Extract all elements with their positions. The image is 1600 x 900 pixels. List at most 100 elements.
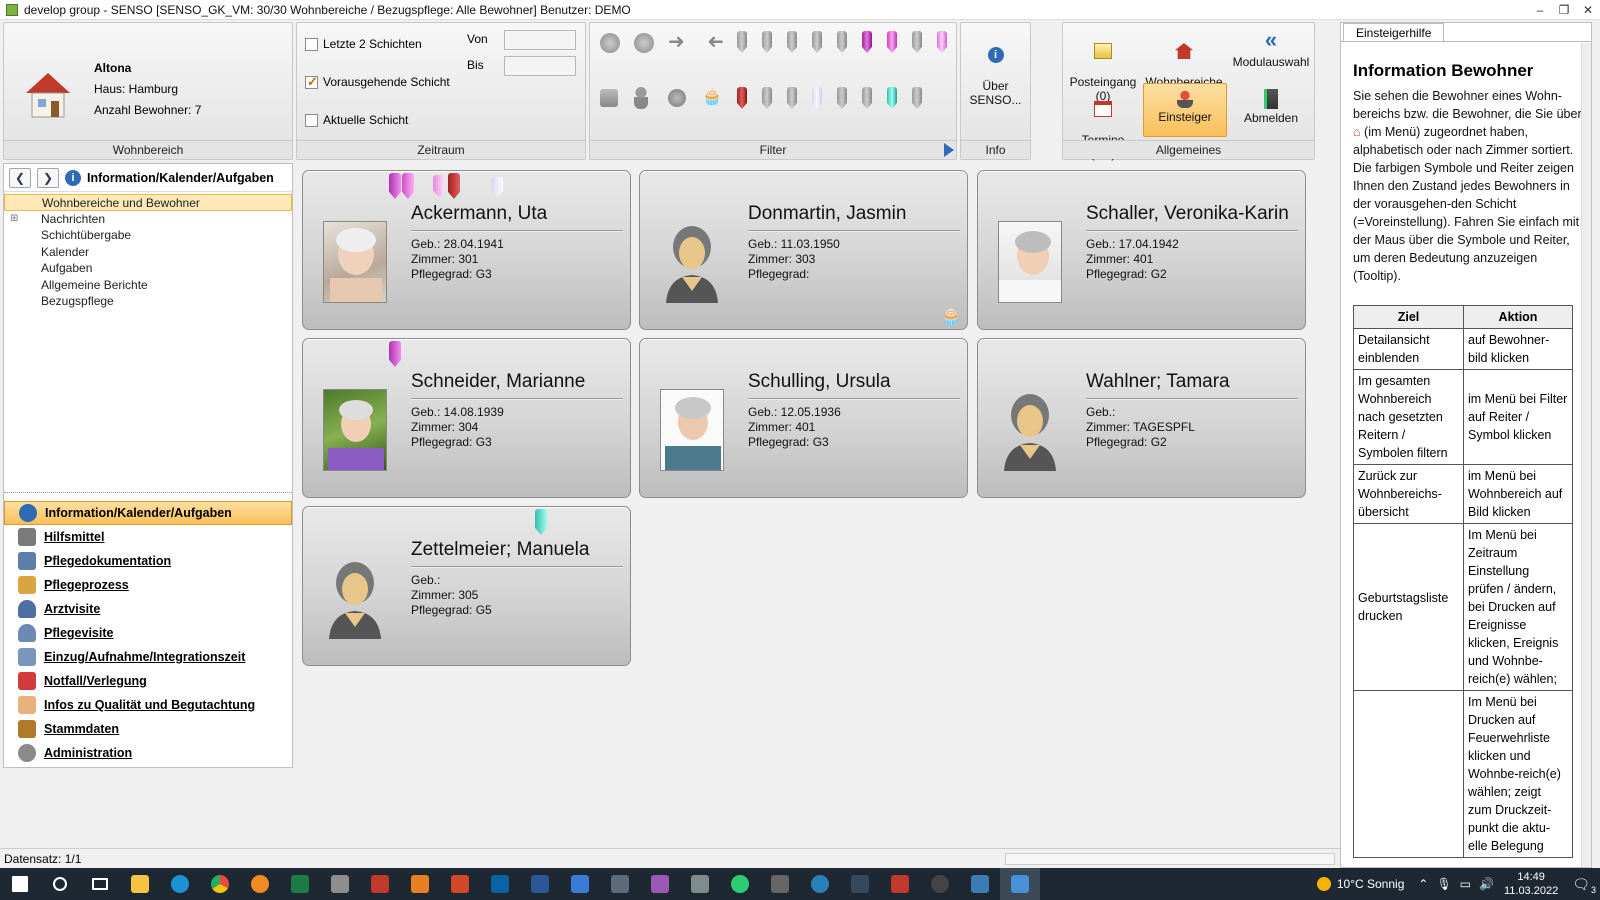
tab-purple-icon[interactable]: [389, 173, 401, 199]
filter-tab-grey-icon[interactable]: [812, 31, 822, 53]
filter-tab-grey-icon[interactable]: [762, 87, 772, 109]
filter-tab-grey-icon[interactable]: [837, 87, 847, 109]
modulauswahl-button[interactable]: « Modulauswahl: [1229, 29, 1313, 70]
module-pflegedokumentation[interactable]: Pflegedokumentation: [4, 549, 292, 573]
einsteiger-button[interactable]: Einsteiger: [1143, 83, 1227, 137]
checkbox-box[interactable]: [305, 113, 318, 127]
minimize-button[interactable]: –: [1528, 0, 1552, 20]
resident-avatar-placeholder[interactable]: [660, 221, 724, 303]
resident-card-schulling[interactable]: Schulling, Ursula Geb.: 12.05.1936 Zimme…: [639, 338, 968, 498]
tab-lightpink-icon[interactable]: [433, 175, 445, 197]
filter-tab-grey-icon[interactable]: [787, 31, 797, 53]
taskbar-acrobat[interactable]: [880, 868, 920, 900]
taskbar-senso[interactable]: [1000, 868, 1040, 900]
filter-tab-grey-icon[interactable]: [912, 31, 922, 53]
taskbar-app[interactable]: [720, 868, 760, 900]
tree-item-nachrichten[interactable]: ⊞ Nachrichten: [4, 211, 292, 228]
module-arztvisite[interactable]: Arztvisite: [4, 597, 292, 621]
taskbar-edge[interactable]: [160, 868, 200, 900]
chevron-up-icon[interactable]: ⌃: [1418, 877, 1428, 891]
tree-item-kalender[interactable]: Kalender: [4, 244, 292, 261]
taskbar-app[interactable]: [320, 868, 360, 900]
filter-tab-grey-icon[interactable]: [912, 87, 922, 109]
bis-input[interactable]: [504, 56, 576, 76]
taskbar-explorer[interactable]: [120, 868, 160, 900]
module-information[interactable]: Information/Kalender/Aufgaben: [4, 501, 292, 525]
taskbar-firefox[interactable]: [240, 868, 280, 900]
taskbar-app[interactable]: [560, 868, 600, 900]
network-icon[interactable]: ▭: [1460, 877, 1471, 891]
microphone-icon[interactable]: 🎙: [1436, 877, 1451, 891]
filter-tab-red-icon[interactable]: [737, 87, 747, 109]
tab-cyan-icon[interactable]: [535, 509, 547, 535]
expand-icon[interactable]: ⊞: [10, 211, 18, 228]
resident-photo[interactable]: [323, 389, 387, 471]
ueber-senso-button[interactable]: i Über SENSO...: [963, 33, 1028, 107]
resident-card-zettelmeier[interactable]: Zettelmeier; Manuela Geb.: Zimmer: 305 P…: [302, 506, 631, 666]
resident-card-schaller[interactable]: Schaller, Veronika-Karin Geb.: 17.04.194…: [977, 170, 1306, 330]
filter-tab-grey-icon[interactable]: [837, 31, 847, 53]
filter-arrow-right-icon[interactable]: ➜: [668, 32, 690, 52]
resident-card-ackermann[interactable]: Ackermann, Uta Geb.: 28.04.1941 Zimmer: …: [302, 170, 631, 330]
tree-item-schichtuebergabe[interactable]: Schichtübergabe: [4, 227, 292, 244]
clock[interactable]: 14:49 11.03.2022: [1504, 870, 1558, 898]
help-scrollbar[interactable]: [1581, 43, 1591, 867]
notification-center-icon[interactable]: 🗨 3: [1572, 876, 1596, 895]
filter-arrow-left-icon[interactable]: ➜: [702, 31, 724, 53]
resident-photo[interactable]: [660, 389, 724, 471]
close-button[interactable]: ✕: [1576, 0, 1600, 20]
taskbar-chrome[interactable]: [200, 868, 240, 900]
tree-item-wohnbereiche[interactable]: Wohnbereiche und Bewohner: [4, 194, 292, 211]
resident-photo[interactable]: [323, 221, 387, 303]
tab-pink-icon[interactable]: [402, 173, 414, 199]
taskbar-powerpoint[interactable]: [440, 868, 480, 900]
filter-circle-icon[interactable]: [668, 89, 686, 107]
speaker-icon[interactable]: 🔊: [1479, 877, 1494, 891]
restore-button[interactable]: ❐: [1552, 0, 1576, 20]
filter-tab-grey-icon[interactable]: [787, 87, 797, 109]
filter-tab-grey-icon[interactable]: [862, 87, 872, 109]
taskbar-outlook[interactable]: [480, 868, 520, 900]
filter-expand-icon[interactable]: [944, 143, 954, 157]
taskbar-app[interactable]: [640, 868, 680, 900]
pane-splitter[interactable]: [4, 492, 292, 496]
taskbar-app[interactable]: [920, 868, 960, 900]
tree-item-bezugspflege[interactable]: Bezugspflege: [4, 293, 292, 310]
module-administration[interactable]: Administration: [4, 741, 292, 765]
checkbox-letzte-2-schichten[interactable]: Letzte 2 Schichten: [305, 37, 422, 51]
taskbar-app[interactable]: [600, 868, 640, 900]
filter-person-icon[interactable]: [634, 87, 648, 109]
checkbox-box[interactable]: [305, 74, 318, 90]
taskbar-excel[interactable]: [280, 868, 320, 900]
module-qualitaet[interactable]: Infos zu Qualität und Begutachtung: [4, 693, 292, 717]
nav-forward-button[interactable]: ❯: [37, 167, 59, 188]
filter-tab-lightpink-icon[interactable]: [937, 31, 947, 53]
module-notfall[interactable]: Notfall/Verlegung: [4, 669, 292, 693]
taskbar-app[interactable]: [800, 868, 840, 900]
tab-purple-icon[interactable]: [389, 341, 401, 367]
taskbar-app[interactable]: [960, 868, 1000, 900]
filter-tab-grey-icon[interactable]: [737, 31, 747, 53]
taskbar-app[interactable]: [680, 868, 720, 900]
tree-item-aufgaben[interactable]: Aufgaben: [4, 260, 292, 277]
tab-white-icon[interactable]: [491, 177, 503, 197]
tab-red-icon[interactable]: [448, 173, 460, 199]
von-input[interactable]: [504, 30, 576, 50]
resident-avatar-placeholder[interactable]: [998, 389, 1062, 471]
tree-item-allgemeine-berichte[interactable]: Allgemeine Berichte: [4, 277, 292, 294]
module-pflegevisite[interactable]: Pflegevisite: [4, 621, 292, 645]
filter-tab-grey-icon[interactable]: [762, 31, 772, 53]
module-pflegeprozess[interactable]: Pflegeprozess: [4, 573, 292, 597]
tab-einsteigerhilfe[interactable]: Einsteigerhilfe: [1343, 23, 1445, 41]
taskbar-app[interactable]: [760, 868, 800, 900]
house-icon[interactable]: [20, 67, 76, 123]
resident-photo[interactable]: [998, 221, 1062, 303]
taskbar-app[interactable]: [360, 868, 400, 900]
taskbar-app[interactable]: [840, 868, 880, 900]
taskbar-app[interactable]: [400, 868, 440, 900]
abmelden-button[interactable]: Abmelden: [1229, 89, 1313, 125]
filter-tab-pink-icon[interactable]: [887, 31, 897, 53]
filter-box-icon[interactable]: [600, 89, 618, 107]
filter-plus-icon[interactable]: [600, 33, 620, 53]
taskbar-word[interactable]: [520, 868, 560, 900]
